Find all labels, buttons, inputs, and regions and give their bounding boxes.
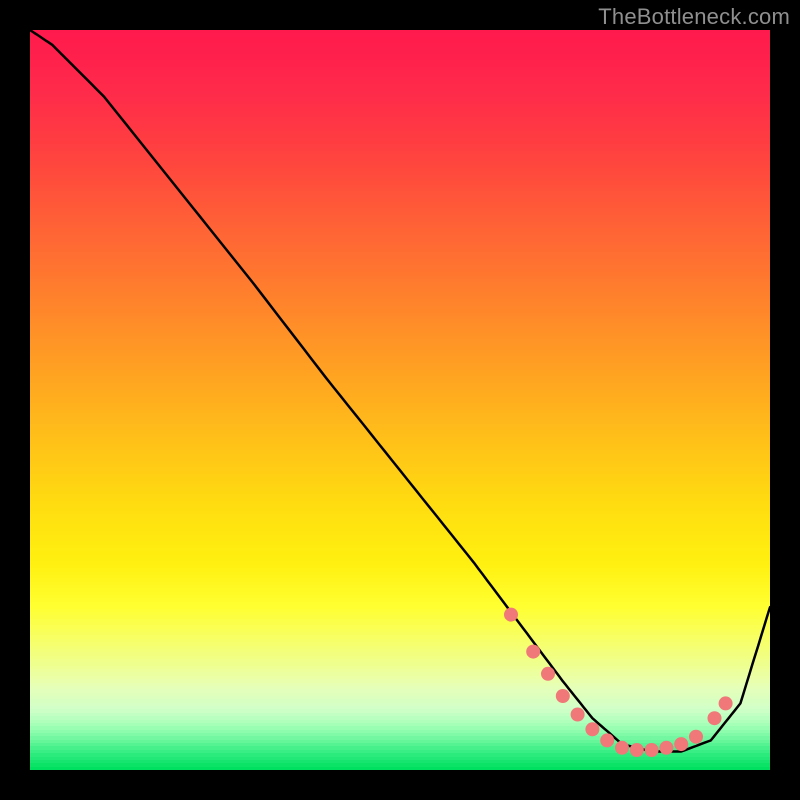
highlight-points bbox=[504, 608, 733, 757]
highlight-point bbox=[689, 730, 703, 744]
highlight-point bbox=[504, 608, 518, 622]
highlight-point bbox=[630, 743, 644, 757]
bottleneck-curve bbox=[30, 30, 770, 752]
highlight-point bbox=[585, 722, 599, 736]
plot-area bbox=[30, 30, 770, 770]
watermark-text: TheBottleneck.com bbox=[598, 4, 790, 30]
highlight-point bbox=[719, 696, 733, 710]
highlight-point bbox=[600, 733, 614, 747]
highlight-point bbox=[659, 741, 673, 755]
highlight-point bbox=[674, 737, 688, 751]
highlight-point bbox=[645, 743, 659, 757]
highlight-point bbox=[615, 741, 629, 755]
highlight-point bbox=[526, 645, 540, 659]
highlight-point bbox=[541, 667, 555, 681]
highlight-point bbox=[708, 711, 722, 725]
chart-frame: TheBottleneck.com bbox=[0, 0, 800, 800]
highlight-point bbox=[556, 689, 570, 703]
curve-layer bbox=[30, 30, 770, 770]
highlight-point bbox=[571, 708, 585, 722]
